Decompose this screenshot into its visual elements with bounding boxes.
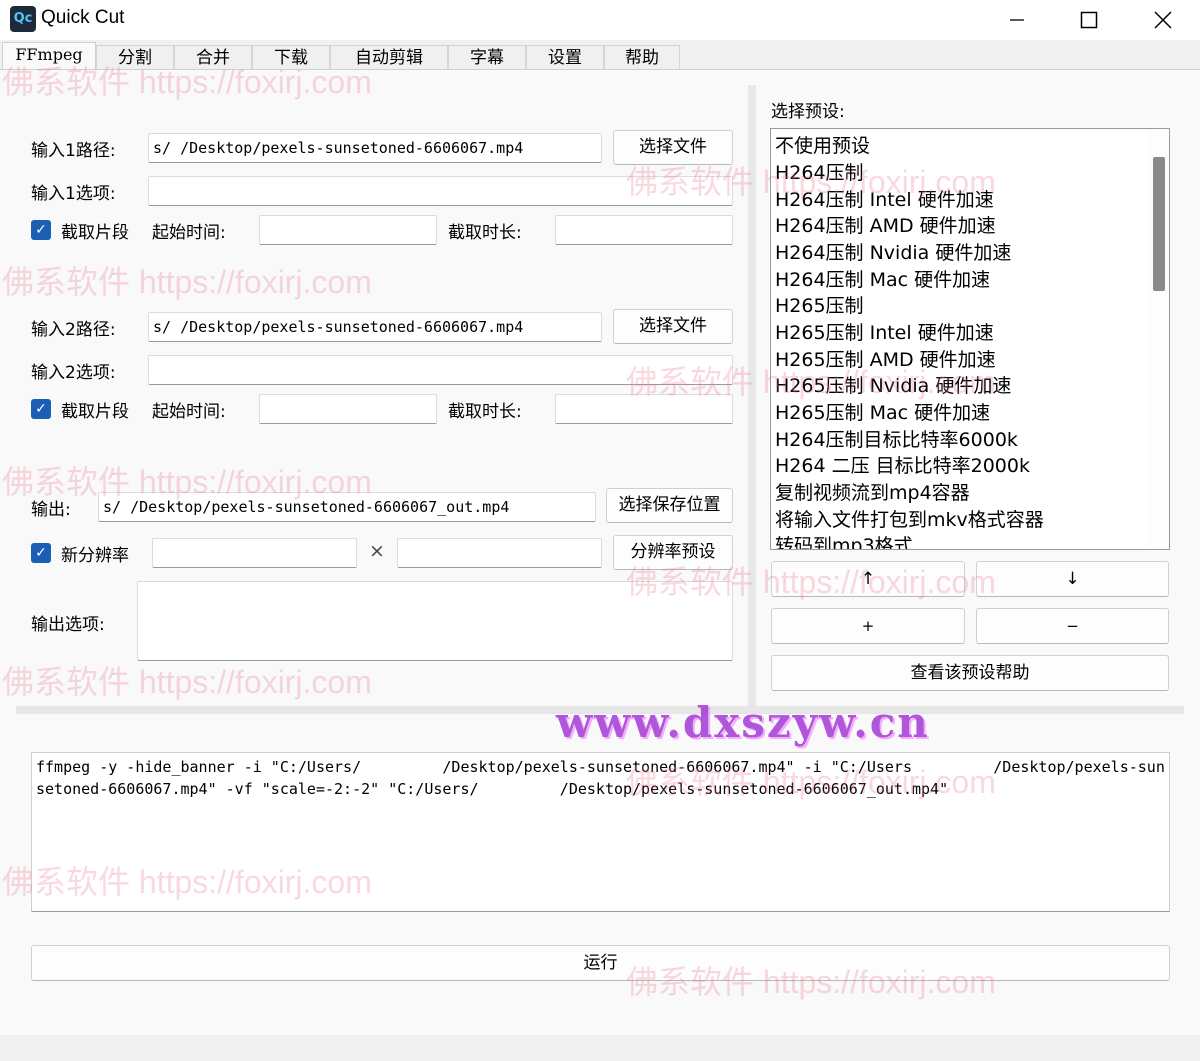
input1-clip-label: 截取片段 bbox=[61, 223, 129, 243]
close-icon bbox=[1154, 11, 1172, 29]
minimize-icon bbox=[1010, 19, 1024, 21]
preset-label: 选择预设: bbox=[771, 102, 845, 122]
input2-path-field[interactable]: s/ /Desktop/pexels-sunsetoned-6606067.mp… bbox=[148, 312, 602, 342]
input2-options-field[interactable] bbox=[148, 355, 733, 385]
input2-choose-file-button[interactable]: 选择文件 bbox=[613, 309, 733, 344]
preset-item[interactable]: H264压制 bbox=[775, 158, 864, 185]
tab-split[interactable]: 分割 bbox=[96, 45, 174, 71]
output-path-field[interactable]: s/ /Desktop/pexels-sunsetoned-6606067_ou… bbox=[98, 492, 596, 522]
input1-choose-file-button[interactable]: 选择文件 bbox=[613, 130, 733, 165]
preset-move-down-button[interactable]: ↓ bbox=[976, 561, 1169, 597]
output-options-label: 输出选项: bbox=[31, 615, 105, 635]
tab-bar: FFmpeg 分割 合并 下载 自动剪辑 字幕 设置 帮助 bbox=[0, 42, 1200, 72]
times-sign: × bbox=[369, 540, 385, 562]
maximize-icon bbox=[1080, 11, 1098, 29]
resolution-preset-button[interactable]: 分辨率预设 bbox=[613, 535, 733, 570]
app-logo-icon: Qc bbox=[10, 6, 36, 32]
preset-item[interactable]: 转码到mp3格式 bbox=[775, 531, 913, 549]
preset-item[interactable]: H265压制 bbox=[775, 291, 864, 318]
preset-item[interactable]: 复制视频流到mp4容器 bbox=[775, 478, 970, 505]
input2-duration-label: 截取时长: bbox=[448, 402, 522, 422]
input2-start-label: 起始时间: bbox=[152, 402, 226, 422]
input1-clip-checkbox[interactable]: ✓ bbox=[31, 220, 51, 240]
preset-add-button[interactable]: + bbox=[771, 608, 965, 644]
preset-item[interactable]: H264压制 AMD 硬件加速 bbox=[775, 211, 996, 238]
input2-clip-checkbox[interactable]: ✓ bbox=[31, 399, 51, 419]
tab-auto-edit[interactable]: 自动剪辑 bbox=[330, 45, 448, 71]
preset-remove-button[interactable]: − bbox=[976, 608, 1169, 644]
input2-start-field[interactable] bbox=[259, 394, 437, 424]
preset-item[interactable]: H265压制 AMD 硬件加速 bbox=[775, 345, 996, 372]
maximize-button[interactable] bbox=[1052, 0, 1126, 40]
vertical-splitter[interactable] bbox=[748, 85, 756, 707]
tab-merge[interactable]: 合并 bbox=[174, 45, 252, 71]
input2-options-label: 输入2选项: bbox=[31, 363, 116, 383]
tab-subtitle[interactable]: 字幕 bbox=[448, 45, 526, 71]
choose-save-location-button[interactable]: 选择保存位置 bbox=[606, 488, 733, 523]
tab-help[interactable]: 帮助 bbox=[604, 45, 680, 71]
new-resolution-checkbox[interactable]: ✓ bbox=[31, 543, 51, 563]
input1-start-label: 起始时间: bbox=[152, 223, 226, 243]
preset-scrollbar[interactable] bbox=[1147, 129, 1169, 549]
preset-item[interactable]: H265压制 Nvidia 硬件加速 bbox=[775, 371, 1011, 398]
preset-item[interactable]: H265压制 Mac 硬件加速 bbox=[775, 398, 990, 425]
preset-item[interactable]: H264压制 Mac 硬件加速 bbox=[775, 265, 990, 292]
status-bar bbox=[0, 1035, 1200, 1061]
preset-scrollbar-thumb[interactable] bbox=[1153, 157, 1165, 291]
input1-path-field[interactable]: s/ /Desktop/pexels-sunsetoned-6606067.mp… bbox=[148, 133, 602, 163]
preset-item[interactable]: H264 二压 目标比特率2000k bbox=[775, 451, 1030, 478]
window-title: Quick Cut bbox=[41, 7, 125, 28]
preset-item[interactable]: 将输入文件打包到mkv格式容器 bbox=[775, 505, 1044, 532]
close-button[interactable] bbox=[1126, 0, 1200, 40]
title-bar: Qc Quick Cut bbox=[0, 0, 1200, 40]
preset-item[interactable]: H264压制 Intel 硬件加速 bbox=[775, 185, 994, 212]
preset-list[interactable]: 不使用预设 H264压制 H264压制 Intel 硬件加速 H264压制 AM… bbox=[770, 128, 1170, 550]
tab-ffmpeg[interactable]: FFmpeg bbox=[2, 42, 96, 72]
preset-item[interactable]: H264压制 Nvidia 硬件加速 bbox=[775, 238, 1011, 265]
minimize-button[interactable] bbox=[980, 0, 1054, 40]
input1-start-field[interactable] bbox=[259, 215, 437, 245]
new-resolution-label: 新分辨率 bbox=[61, 546, 129, 566]
preset-item[interactable]: 不使用预设 bbox=[775, 131, 870, 158]
preset-item[interactable]: H264压制目标比特率6000k bbox=[775, 425, 1018, 452]
preset-help-button[interactable]: 查看该预设帮助 bbox=[771, 655, 1169, 691]
tab-download[interactable]: 下载 bbox=[252, 45, 330, 71]
preset-item[interactable]: H265压制 Intel 硬件加速 bbox=[775, 318, 994, 345]
resolution-height-field[interactable] bbox=[397, 538, 602, 568]
input1-options-field[interactable] bbox=[148, 176, 733, 206]
input1-duration-label: 截取时长: bbox=[448, 223, 522, 243]
input2-path-label: 输入2路径: bbox=[31, 320, 116, 340]
site-watermark: www.dxszyw.cn bbox=[556, 698, 930, 747]
input1-duration-field[interactable] bbox=[555, 215, 733, 245]
input1-options-label: 输入1选项: bbox=[31, 184, 116, 204]
output-label: 输出: bbox=[31, 500, 71, 520]
input1-path-label: 输入1路径: bbox=[31, 141, 116, 161]
input2-clip-label: 截取片段 bbox=[61, 402, 129, 422]
preset-move-up-button[interactable]: ↑ bbox=[771, 561, 965, 597]
input2-duration-field[interactable] bbox=[555, 394, 733, 424]
output-options-field[interactable] bbox=[137, 581, 733, 661]
run-button[interactable]: 运行 bbox=[31, 945, 1170, 981]
tab-settings[interactable]: 设置 bbox=[526, 45, 604, 71]
command-textarea[interactable]: ffmpeg -y -hide_banner -i "C:/Users/ /De… bbox=[31, 752, 1170, 912]
resolution-width-field[interactable] bbox=[152, 538, 357, 568]
